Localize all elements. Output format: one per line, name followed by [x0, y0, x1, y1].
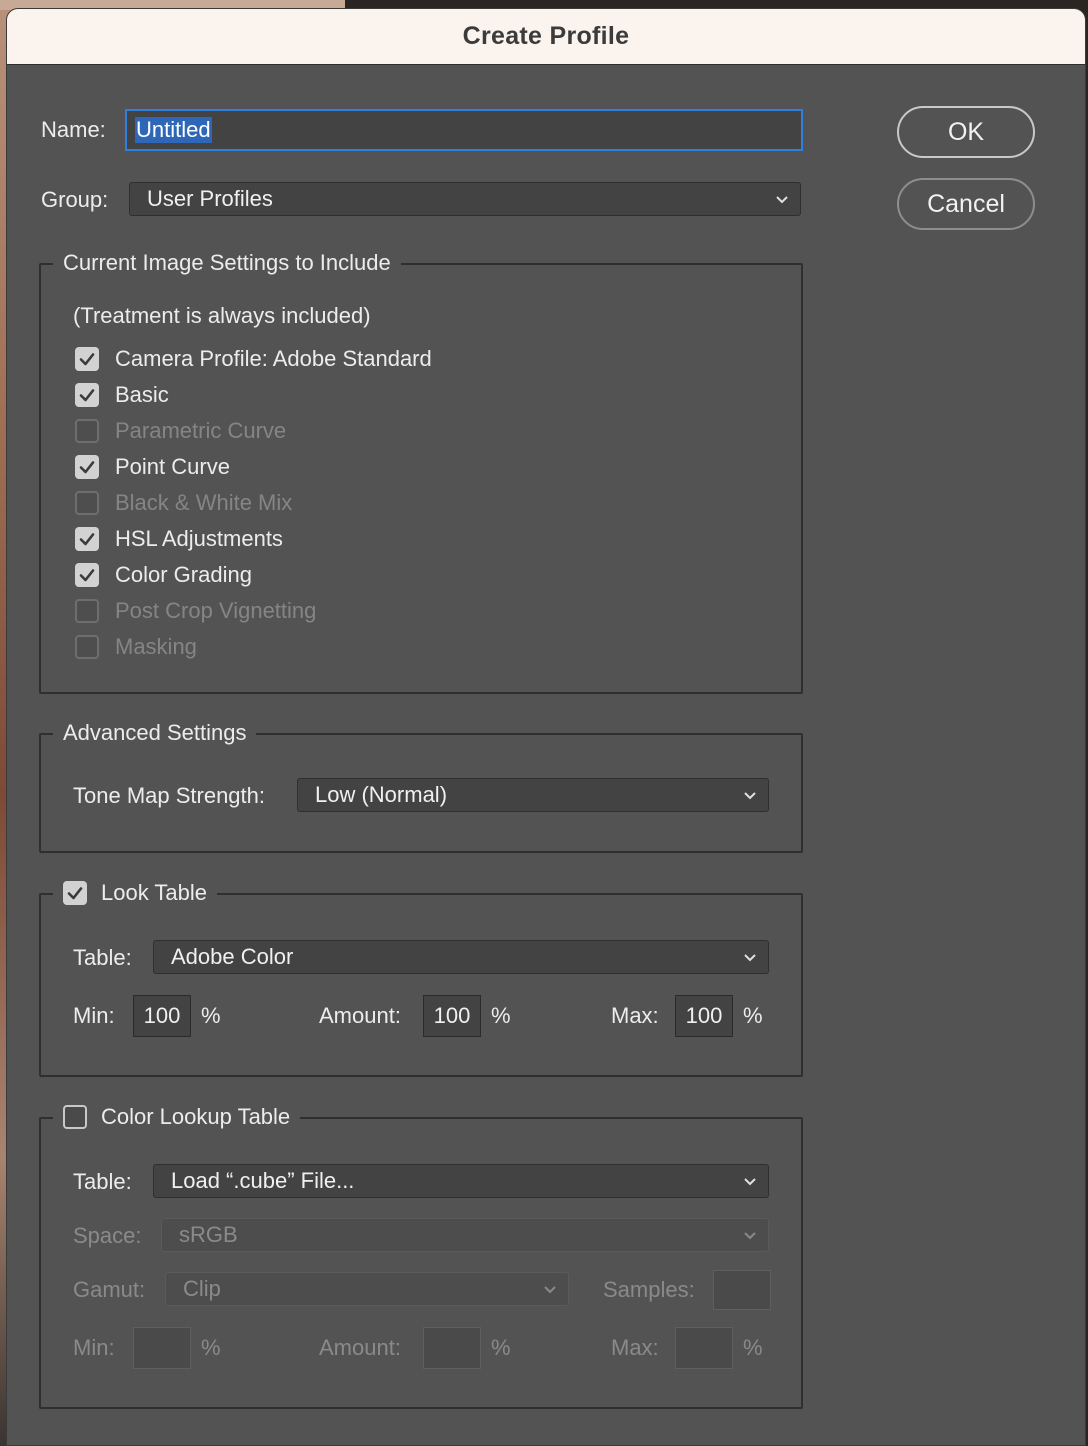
- clut-space-select-value: sRGB: [179, 1222, 238, 1247]
- clut-min-label: Min:: [73, 1335, 115, 1360]
- clut-table-label: Table:: [73, 1169, 132, 1194]
- include-item[interactable]: Point Curve: [75, 453, 575, 481]
- color-lookup-checkbox[interactable]: [63, 1105, 87, 1129]
- clut-table-select[interactable]: Load “.cube” File...: [153, 1164, 769, 1198]
- checkmark-icon: [67, 887, 83, 900]
- name-input[interactable]: Untitled: [125, 109, 803, 151]
- tone-map-label: Tone Map Strength:: [73, 783, 266, 808]
- look-table-table-label: Table:: [73, 945, 132, 970]
- name-input-value: Untitled: [135, 117, 212, 143]
- include-item-checkbox[interactable]: [75, 347, 99, 371]
- include-item[interactable]: Camera Profile: Adobe Standard: [75, 345, 575, 373]
- chevron-down-icon: [742, 949, 758, 965]
- color-lookup-legend: Color Lookup Table: [53, 1101, 301, 1133]
- include-item-label: Black & White Mix: [115, 490, 293, 515]
- include-item[interactable]: HSL Adjustments: [75, 525, 575, 553]
- clut-min-percent: %: [201, 1335, 221, 1360]
- include-item[interactable]: Color Grading: [75, 561, 575, 589]
- include-item-checkbox[interactable]: [75, 455, 99, 479]
- name-label: Name:: [41, 117, 106, 142]
- treatment-note: (Treatment is always included): [73, 303, 371, 328]
- look-max-input[interactable]: 100: [675, 995, 733, 1037]
- include-item-label: Masking: [115, 634, 197, 659]
- color-lookup-label: Color Lookup Table: [101, 1104, 291, 1129]
- include-item: Parametric Curve: [75, 417, 575, 445]
- group-select[interactable]: User Profiles: [129, 182, 801, 216]
- checkmark-icon: [79, 569, 95, 582]
- clut-max-input[interactable]: [675, 1327, 733, 1369]
- clut-amount-input[interactable]: [423, 1327, 481, 1369]
- include-item-checkbox: [75, 599, 99, 623]
- look-max-label: Max:: [611, 1003, 659, 1028]
- clut-amount-label: Amount:: [319, 1335, 401, 1360]
- clut-amount-percent: %: [491, 1335, 511, 1360]
- look-table-select-value: Adobe Color: [171, 944, 294, 969]
- checkmark-icon: [79, 353, 95, 366]
- include-item-label: Color Grading: [115, 562, 252, 587]
- group-label: Group:: [41, 187, 109, 212]
- look-min-label: Min:: [73, 1003, 115, 1028]
- clut-space-label: Space:: [73, 1223, 142, 1248]
- clut-table-select-value: Load “.cube” File...: [171, 1168, 355, 1193]
- tone-map-select-value: Low (Normal): [315, 782, 448, 807]
- include-item: Masking: [75, 633, 575, 661]
- include-item-checkbox[interactable]: [75, 383, 99, 407]
- look-table-label: Look Table: [101, 880, 208, 905]
- include-item-label: Point Curve: [115, 454, 230, 479]
- clut-gamut-select-value: Clip: [183, 1276, 221, 1301]
- look-min-input[interactable]: 100: [133, 995, 191, 1037]
- include-item-checkbox: [75, 419, 99, 443]
- ok-button[interactable]: OK: [897, 106, 1035, 158]
- include-item: Post Crop Vignetting: [75, 597, 575, 625]
- look-table-select[interactable]: Adobe Color: [153, 940, 769, 974]
- look-min-percent: %: [201, 1003, 221, 1028]
- include-item-checkbox: [75, 491, 99, 515]
- include-item-checkbox[interactable]: [75, 563, 99, 587]
- look-max-percent: %: [743, 1003, 763, 1028]
- group-select-value: User Profiles: [147, 186, 273, 211]
- clut-samples-input[interactable]: [713, 1270, 771, 1310]
- clut-max-label: Max:: [611, 1335, 659, 1360]
- clut-max-percent: %: [743, 1335, 763, 1360]
- include-item-label: Parametric Curve: [115, 418, 287, 443]
- advanced-settings-legend: Advanced Settings: [53, 719, 257, 747]
- chevron-down-icon: [542, 1281, 558, 1297]
- look-table-checkbox[interactable]: [63, 881, 87, 905]
- dialog-title: Create Profile: [462, 22, 630, 50]
- create-profile-dialog: Create Profile Name: Untitled Group: Use…: [6, 8, 1086, 1446]
- include-item-label: Post Crop Vignetting: [115, 598, 317, 623]
- chevron-down-icon: [774, 191, 790, 207]
- cancel-button[interactable]: Cancel: [897, 178, 1035, 230]
- dialog-titlebar[interactable]: Create Profile: [7, 9, 1085, 65]
- chevron-down-icon: [742, 787, 758, 803]
- checkmark-icon: [79, 461, 95, 474]
- clut-min-input[interactable]: [133, 1327, 191, 1369]
- include-item-checkbox[interactable]: [75, 527, 99, 551]
- look-amount-input[interactable]: 100: [423, 995, 481, 1037]
- include-item-label: Basic: [115, 382, 169, 407]
- clut-gamut-select[interactable]: Clip: [165, 1272, 569, 1306]
- chevron-down-icon: [742, 1227, 758, 1243]
- include-item-label: Camera Profile: Adobe Standard: [115, 346, 432, 371]
- include-item-label: HSL Adjustments: [115, 526, 283, 551]
- tone-map-select[interactable]: Low (Normal): [297, 778, 769, 812]
- clut-space-select[interactable]: sRGB: [161, 1218, 769, 1252]
- look-table-group: [39, 893, 803, 1077]
- clut-samples-label: Samples:: [603, 1277, 695, 1302]
- include-item: Black & White Mix: [75, 489, 575, 517]
- settings-include-legend: Current Image Settings to Include: [53, 249, 401, 277]
- chevron-down-icon: [742, 1173, 758, 1189]
- checkmark-icon: [79, 389, 95, 402]
- look-table-legend: Look Table: [53, 877, 218, 909]
- include-item-checkbox: [75, 635, 99, 659]
- checkmark-icon: [79, 533, 95, 546]
- look-amount-percent: %: [491, 1003, 511, 1028]
- look-amount-label: Amount:: [319, 1003, 401, 1028]
- clut-gamut-label: Gamut:: [73, 1277, 146, 1302]
- include-item[interactable]: Basic: [75, 381, 575, 409]
